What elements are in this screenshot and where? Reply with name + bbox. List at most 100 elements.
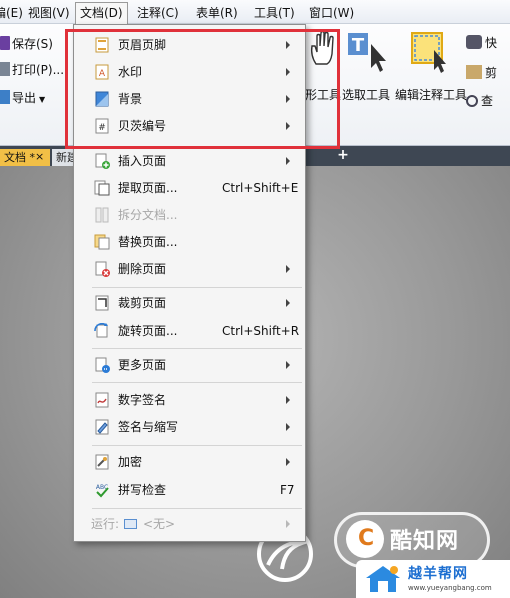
menu-bar: 编(E) 视图(V) 文档(D) 注释(C) 表单(R) 工具(T) 窗口(W) [0, 0, 510, 24]
tab-new[interactable]: 新建 [52, 149, 74, 166]
menu-item-label: 加密 [118, 455, 143, 469]
tab-new-label: 新建 [56, 151, 74, 164]
select-tool-button[interactable]: T 选取工具 [342, 30, 392, 102]
menu-item-shortcut: Ctrl+Shift+E [222, 181, 299, 195]
save-label: 保存(S) [12, 37, 53, 51]
menu-item-label: 旋转页面... [118, 324, 178, 338]
digital-signature-icon [95, 392, 109, 408]
menu-item-split-document: 拆分文档... [74, 202, 305, 228]
menu-item-run: 运行: <无> [74, 511, 305, 537]
snapshot-button[interactable]: 快 [466, 32, 497, 54]
menu-item-label: 裁剪页面 [118, 296, 167, 310]
menu-view[interactable]: 视图(V) [24, 4, 74, 22]
menu-item-delete-page[interactable]: 删除页面 [74, 256, 305, 282]
crop-page-icon [95, 295, 109, 311]
highlight-box [65, 29, 340, 149]
menu-comment[interactable]: 注释(C) [133, 4, 183, 22]
menu-separator [92, 445, 302, 446]
menu-item-label: 拼写检查 [118, 483, 167, 497]
submenu-arrow-icon [286, 299, 290, 307]
menu-separator [92, 348, 302, 349]
menu-item-insert-page[interactable]: 插入页面 [74, 148, 305, 174]
save-button[interactable]: 保存(S) [0, 34, 53, 54]
tab-document-label: 文档 * [4, 151, 35, 164]
export-button[interactable]: 导出 ▼ [0, 88, 45, 108]
svg-text:T: T [352, 35, 365, 56]
watermark-site-url: www.yueyangbang.com [408, 584, 492, 592]
house-logo-icon [366, 566, 400, 592]
annotation-edit-icon [411, 32, 446, 73]
menu-item-digital-signature[interactable]: 数字签名 [74, 387, 305, 413]
print-button[interactable]: 打印(P)... [0, 60, 64, 80]
menu-item-label: 插入页面 [118, 154, 167, 168]
submenu-arrow-icon [286, 423, 290, 431]
menu-item-label: 删除页面 [118, 262, 167, 276]
print-label: 打印(P)... [12, 63, 65, 77]
menu-tools[interactable]: 工具(T) [250, 4, 299, 22]
sign-initials-icon [95, 419, 109, 435]
menu-separator [92, 508, 302, 509]
find-label: 查 [481, 94, 494, 108]
menu-item-extract-page[interactable]: 提取页面... Ctrl+Shift+E [74, 175, 305, 201]
menu-item-shortcut: F7 [280, 483, 295, 497]
clipboard-button[interactable]: 剪 [466, 62, 497, 84]
menu-item-shortcut: Ctrl+Shift+R [222, 324, 300, 338]
menu-item-label: 签名与缩写 [118, 420, 179, 434]
camera-icon [466, 35, 482, 49]
menu-item-label: 提取页面... [118, 181, 178, 195]
insert-page-icon [95, 153, 110, 169]
magnifier-icon [466, 95, 478, 107]
watermark-badge-text: 酷知网 [390, 529, 460, 554]
snapshot-label: 快 [485, 36, 498, 50]
menu-item-rotate-page[interactable]: 旋转页面... Ctrl+Shift+R [74, 318, 305, 344]
print-icon [0, 62, 10, 76]
menu-item-value: <无> [143, 517, 176, 531]
clipboard-icon [466, 65, 482, 79]
add-tab-button[interactable]: + [335, 148, 351, 163]
split-document-icon [95, 207, 109, 223]
find-button[interactable]: 查 [466, 90, 493, 112]
rotate-page-icon [94, 323, 108, 338]
window-icon [124, 519, 137, 529]
edit-annotation-tool-button[interactable]: 编辑注释工具 [393, 30, 467, 102]
watermark-site-title: 越羊帮网 [408, 566, 468, 582]
export-label: 导出 [12, 91, 37, 105]
submenu-arrow-icon [286, 157, 290, 165]
menu-item-encrypt[interactable]: 加密 [74, 449, 305, 475]
menu-separator [92, 382, 302, 383]
encrypt-icon [95, 454, 109, 470]
menu-form[interactable]: 表单(R) [192, 4, 242, 22]
menu-item-replace-page[interactable]: 替换页面... [74, 229, 305, 255]
replace-page-icon [94, 234, 110, 250]
select-tool-label: 选取工具 [342, 88, 391, 102]
submenu-arrow-icon [286, 396, 290, 404]
clipboard-label: 剪 [485, 66, 498, 80]
export-icon [0, 90, 10, 104]
menu-item-label: 替换页面... [118, 235, 178, 249]
menu-document[interactable]: 文档(D) [75, 2, 128, 24]
menu-item-label: 数字签名 [118, 393, 167, 407]
close-icon[interactable]: × [35, 150, 44, 163]
menu-item-label: 运行: [91, 517, 120, 531]
extract-page-icon [94, 180, 110, 196]
menu-item-spell-check[interactable]: ABC 拼写检查 F7 [74, 477, 305, 503]
menu-item-sign-initials[interactable]: 签名与缩写 [74, 414, 305, 440]
delete-page-icon [95, 261, 110, 277]
chevron-down-icon: ▼ [39, 95, 46, 104]
menu-window[interactable]: 窗口(W) [305, 4, 358, 22]
submenu-arrow-icon [286, 265, 290, 273]
menu-item-label: 更多页面 [118, 358, 167, 372]
text-cursor-icon: T [348, 33, 386, 72]
menu-edit[interactable]: 编(E) [0, 4, 27, 22]
menu-separator [92, 287, 302, 288]
spell-check-icon: ABC [96, 484, 109, 498]
menu-item-more-pages[interactable]: 更多页面 [74, 352, 305, 378]
watermark-badge-letter: C [358, 526, 375, 551]
more-pages-icon [95, 357, 110, 373]
menu-item-label: 拆分文档... [118, 208, 178, 222]
submenu-arrow-icon [286, 458, 290, 466]
submenu-arrow-icon [286, 361, 290, 369]
menu-item-crop-page[interactable]: 裁剪页面 [74, 290, 305, 316]
save-icon [0, 36, 10, 50]
edit-annotation-tool-label: 编辑注释工具 [395, 88, 468, 102]
